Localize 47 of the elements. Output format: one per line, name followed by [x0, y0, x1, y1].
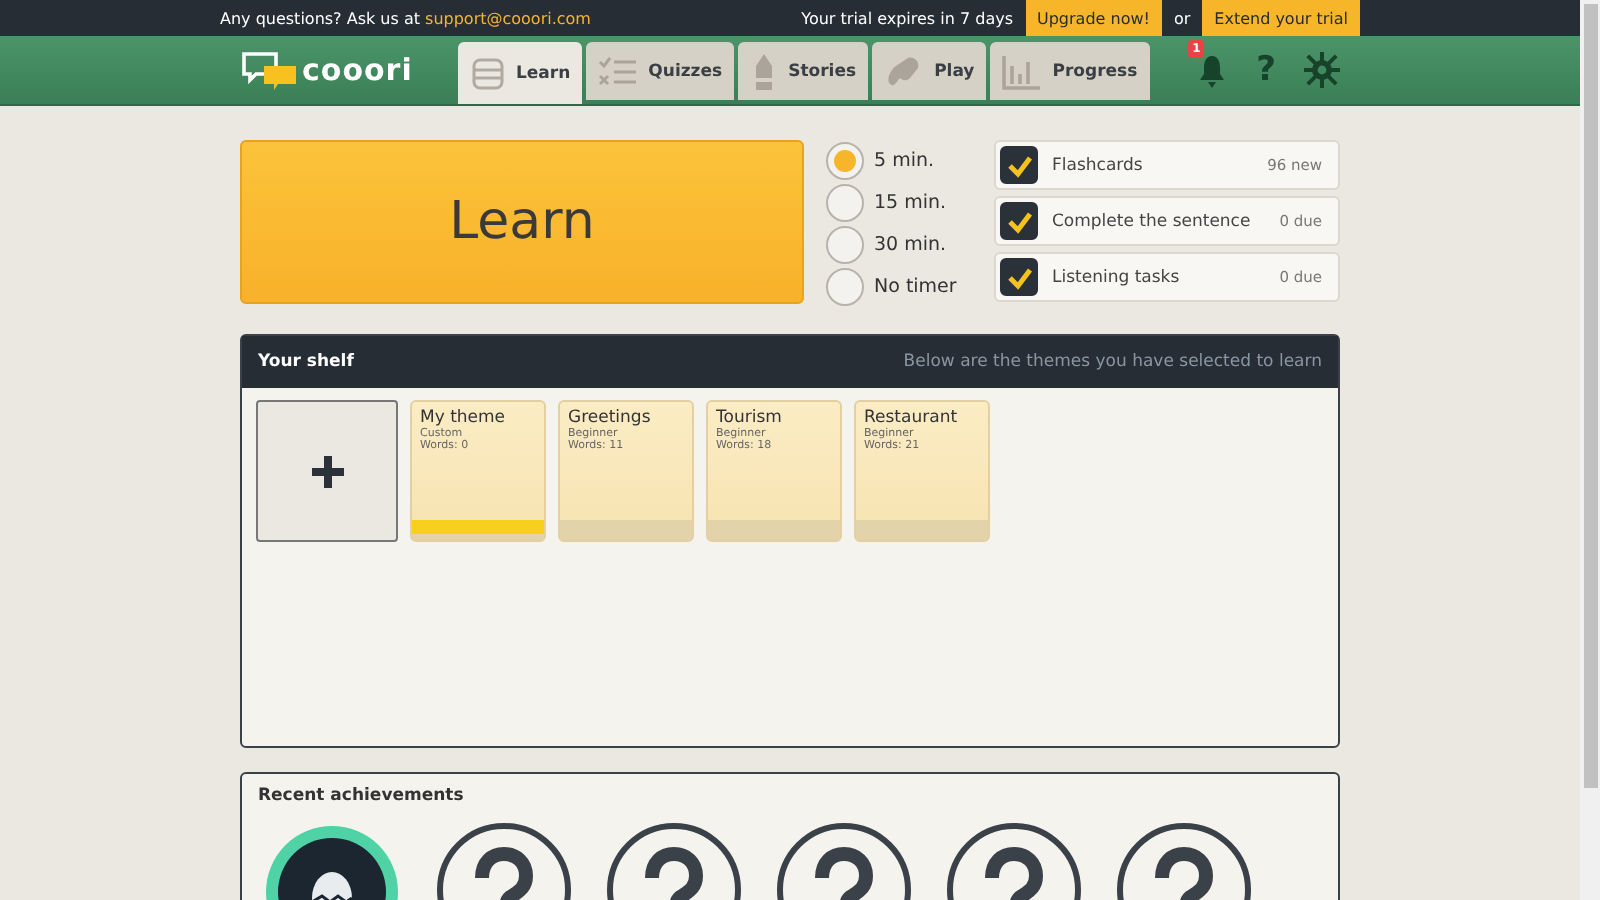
task-label: Complete the sentence — [1052, 211, 1253, 231]
bar-chart-icon — [1002, 53, 1043, 89]
timer-option-label: 5 min. — [874, 150, 934, 172]
progress-bar — [412, 520, 544, 540]
task-label: Listening tasks — [1052, 267, 1182, 287]
speech-bubbles-icon — [240, 50, 300, 90]
theme-name: Greetings — [566, 408, 653, 428]
radio-button[interactable] — [826, 268, 864, 306]
check-icon — [1005, 153, 1033, 177]
achievements-title: Recent achievements — [258, 786, 466, 806]
bell-icon[interactable] — [1196, 52, 1229, 88]
nav-tab[interactable]: Quizzes — [586, 42, 735, 100]
extend-trial-button[interactable]: Extend your trial — [1202, 0, 1360, 36]
logo-text: cooori — [302, 52, 413, 88]
shelf-subtitle: Below are the themes you have selected to learn — [903, 352, 1322, 372]
settings-icon[interactable] — [1304, 52, 1340, 88]
theme-name: Tourism — [714, 408, 784, 428]
radio-button[interactable] — [826, 226, 864, 264]
checkbox[interactable] — [1000, 258, 1038, 296]
checklist-icon — [598, 53, 639, 89]
nav-tab[interactable]: Stories — [738, 42, 869, 100]
radio-button[interactable] — [826, 184, 864, 222]
nav-tab[interactable]: Progress — [990, 42, 1150, 100]
theme-name: My theme — [418, 408, 508, 428]
theme-name: Restaurant — [862, 408, 960, 428]
checkbox[interactable] — [1000, 146, 1038, 184]
list-icon — [470, 55, 506, 91]
nav-tab[interactable]: Play — [872, 42, 987, 100]
check-icon — [1005, 265, 1033, 289]
check-icon — [1005, 209, 1033, 233]
shelf-title: Your shelf — [258, 352, 354, 372]
nav-tab[interactable]: Learn — [458, 42, 583, 104]
radio-button[interactable] — [826, 142, 864, 180]
timer-option-label: No timer — [874, 276, 957, 298]
task-label: Flashcards — [1052, 155, 1145, 175]
contact-text: Any questions? Ask us at support@cooori.com — [220, 9, 591, 27]
email-link[interactable]: support@cooori.com — [425, 9, 591, 27]
trial-notice: Your trial expires in 7 days — [801, 9, 1013, 27]
plus-icon — [311, 455, 343, 487]
checkbox[interactable] — [1000, 202, 1038, 240]
timer-option-label: 30 min. — [874, 234, 947, 256]
upgrade-button[interactable]: Upgrade now! — [1025, 0, 1162, 36]
or-text: or — [1173, 9, 1191, 27]
scrollbar[interactable] — [1580, 0, 1600, 900]
add-theme-button[interactable] — [256, 400, 398, 542]
learn-button[interactable]: Learn — [240, 140, 804, 304]
timer-option-label: 15 min. — [874, 192, 947, 214]
